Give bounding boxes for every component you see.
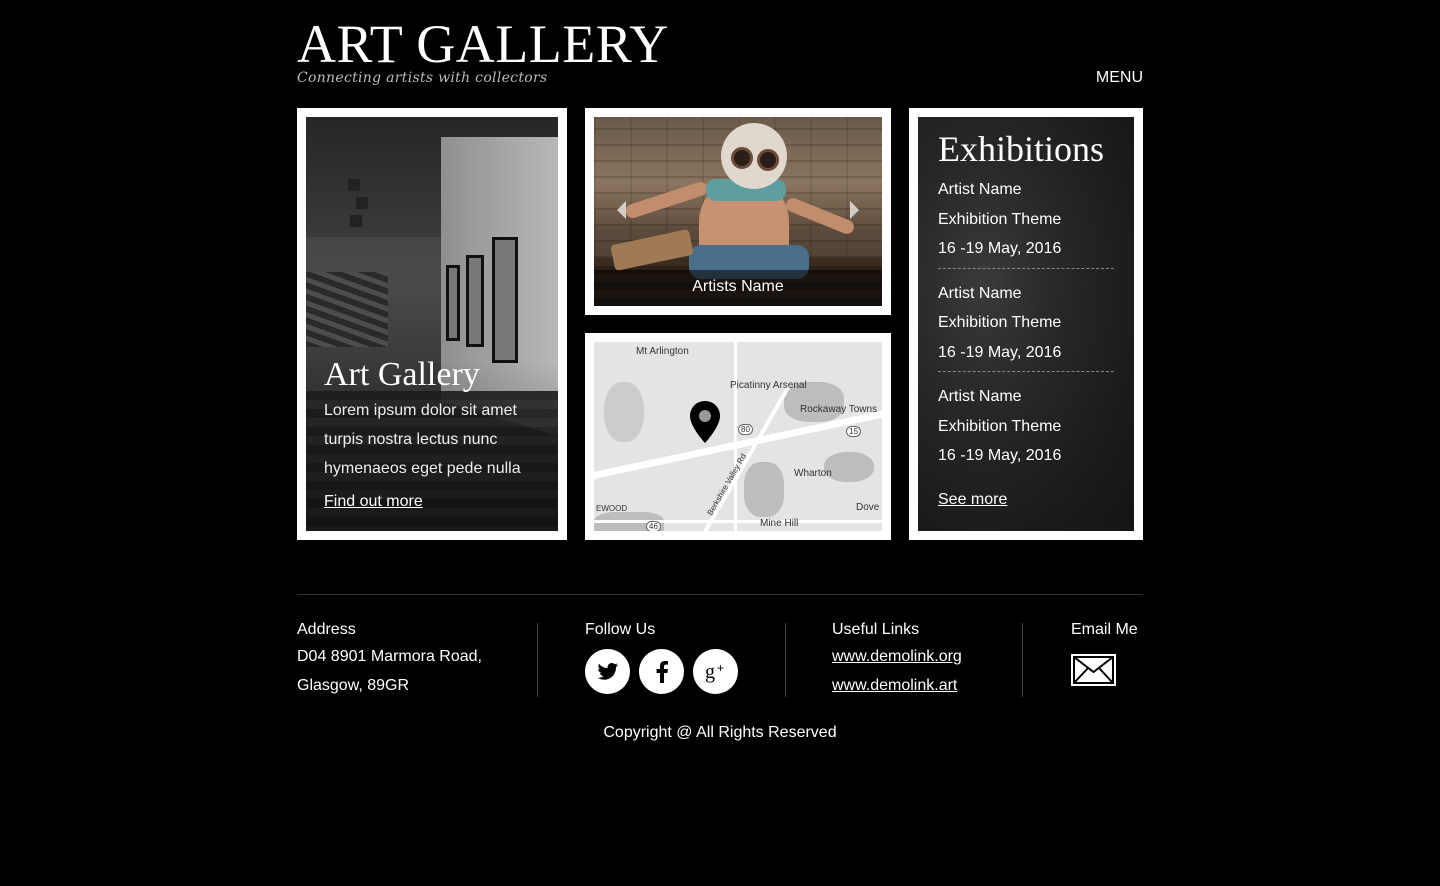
footer-separator	[785, 623, 786, 697]
map-label: Wharton	[794, 468, 832, 479]
exhibition-item[interactable]: Artist Name Exhibition Theme 16 -19 May,…	[938, 175, 1114, 269]
footer-address: Address D04 8901 Marmora Road, Glasgow, …	[297, 618, 482, 700]
map-label: Mt Arlington	[636, 346, 689, 357]
chevron-right-icon[interactable]	[838, 195, 872, 225]
site-title[interactable]: ART GALLERY	[297, 17, 1143, 71]
see-more-link[interactable]: See more	[938, 491, 1007, 509]
map-road	[594, 520, 882, 523]
map-area	[744, 462, 784, 517]
menu-button[interactable]: MENU	[1096, 69, 1143, 87]
email-heading: Email Me	[1071, 621, 1138, 638]
wall-frame	[492, 237, 518, 363]
map-road	[734, 342, 737, 531]
footer-links: Useful Links www.demolink.org www.demoli…	[832, 618, 962, 700]
gallery-text: Art Gallery Lorem ipsum dolor sit amet t…	[324, 355, 546, 511]
footer-separator	[537, 623, 538, 697]
exhibition-theme: Exhibition Theme	[938, 210, 1062, 228]
svg-text:g: g	[705, 661, 715, 683]
site-footer: Address D04 8901 Marmora Road, Glasgow, …	[297, 618, 1143, 702]
social-links: g +	[585, 649, 738, 694]
map-label: Rockaway Towns	[800, 404, 878, 415]
exhibition-artist: Artist Name	[938, 181, 1022, 198]
exhibition-dates: 16 -19 May, 2016	[938, 240, 1062, 257]
address-line: Glasgow, 89GR	[297, 677, 410, 694]
map-pin-icon[interactable]	[689, 400, 721, 444]
google-plus-icon[interactable]: g +	[693, 649, 738, 694]
ceiling-lamp	[348, 179, 360, 191]
gallery-card: Art Gallery Lorem ipsum dolor sit amet t…	[297, 108, 567, 540]
envelope-icon[interactable]	[1071, 654, 1116, 686]
find-out-more-link[interactable]: Find out more	[324, 493, 423, 511]
highway-shield: 46	[646, 521, 661, 531]
footer-email: Email Me	[1071, 618, 1138, 686]
twitter-icon[interactable]	[585, 649, 630, 694]
map-area	[604, 382, 644, 442]
goggle	[731, 147, 753, 169]
copyright-text: Copyright @ All Rights Reserved	[603, 724, 837, 741]
footer-separator	[1022, 623, 1023, 697]
location-map[interactable]: Mt Arlington Picatinny Arsenal Rockaway …	[594, 342, 882, 531]
footer-divider	[297, 594, 1143, 595]
follow-heading: Follow Us	[585, 621, 656, 638]
chevron-left-icon[interactable]	[604, 195, 638, 225]
site-header: ART GALLERY Connecting artists with coll…	[297, 17, 1143, 93]
facebook-icon[interactable]	[639, 649, 684, 694]
slide-caption: Artists Name	[594, 270, 882, 306]
wall-frame	[466, 255, 484, 347]
map-label: EWOOD	[596, 504, 628, 513]
exhibition-theme: Exhibition Theme	[938, 417, 1062, 435]
gallery-card-title: Art Gallery	[324, 356, 480, 393]
gallery-image: Art Gallery Lorem ipsum dolor sit amet t…	[306, 117, 558, 531]
wall-painting	[306, 272, 388, 347]
map-label: Dove	[856, 502, 880, 513]
address-heading: Address	[297, 621, 356, 638]
ceiling-lamp	[356, 197, 368, 209]
highway-shield: 15	[846, 426, 861, 437]
exhibition-theme: Exhibition Theme	[938, 314, 1062, 331]
exhibition-dates: 16 -19 May, 2016	[938, 447, 1062, 464]
map-label: Picatinny Arsenal	[730, 380, 807, 391]
exhibition-item[interactable]: Artist Name Exhibition Theme 16 -19 May,…	[938, 382, 1114, 475]
svg-text:+: +	[717, 661, 724, 675]
exhibition-item[interactable]: Artist Name Exhibition Theme 16 -19 May,…	[938, 279, 1114, 372]
exhibitions-title: Exhibitions	[938, 129, 1105, 169]
artist-slider-card: Artists Name	[585, 108, 891, 315]
exhibition-artist: Artist Name	[938, 388, 1022, 405]
map-label: Mine Hill	[760, 518, 799, 529]
footer-link[interactable]: www.demolink.art	[832, 671, 962, 700]
footer-link[interactable]: www.demolink.org	[832, 642, 962, 671]
exhibition-artist: Artist Name	[938, 284, 1022, 302]
exhibitions-panel: Exhibitions Artist Name Exhibition Theme…	[918, 117, 1134, 531]
artist-slide-image: Artists Name	[594, 117, 882, 306]
links-heading: Useful Links	[832, 621, 920, 638]
ceiling-lamp	[350, 215, 362, 227]
exhibitions-card: Exhibitions Artist Name Exhibition Theme…	[909, 108, 1143, 540]
exhibition-dates: 16 -19 May, 2016	[938, 343, 1062, 361]
map-card: Mt Arlington Picatinny Arsenal Rockaway …	[585, 333, 891, 540]
site-tagline: Connecting artists with collectors	[297, 70, 548, 86]
highway-shield: 80	[738, 424, 753, 435]
goggle	[757, 149, 779, 171]
wall-frame	[446, 265, 460, 341]
address-line: D04 8901 Marmora Road,	[297, 648, 482, 665]
footer-follow: Follow Us g +	[585, 618, 738, 694]
map-label: Berkshire Valley Rd	[705, 452, 749, 517]
gallery-card-description: Lorem ipsum dolor sit amet turpis nostra…	[324, 402, 521, 477]
